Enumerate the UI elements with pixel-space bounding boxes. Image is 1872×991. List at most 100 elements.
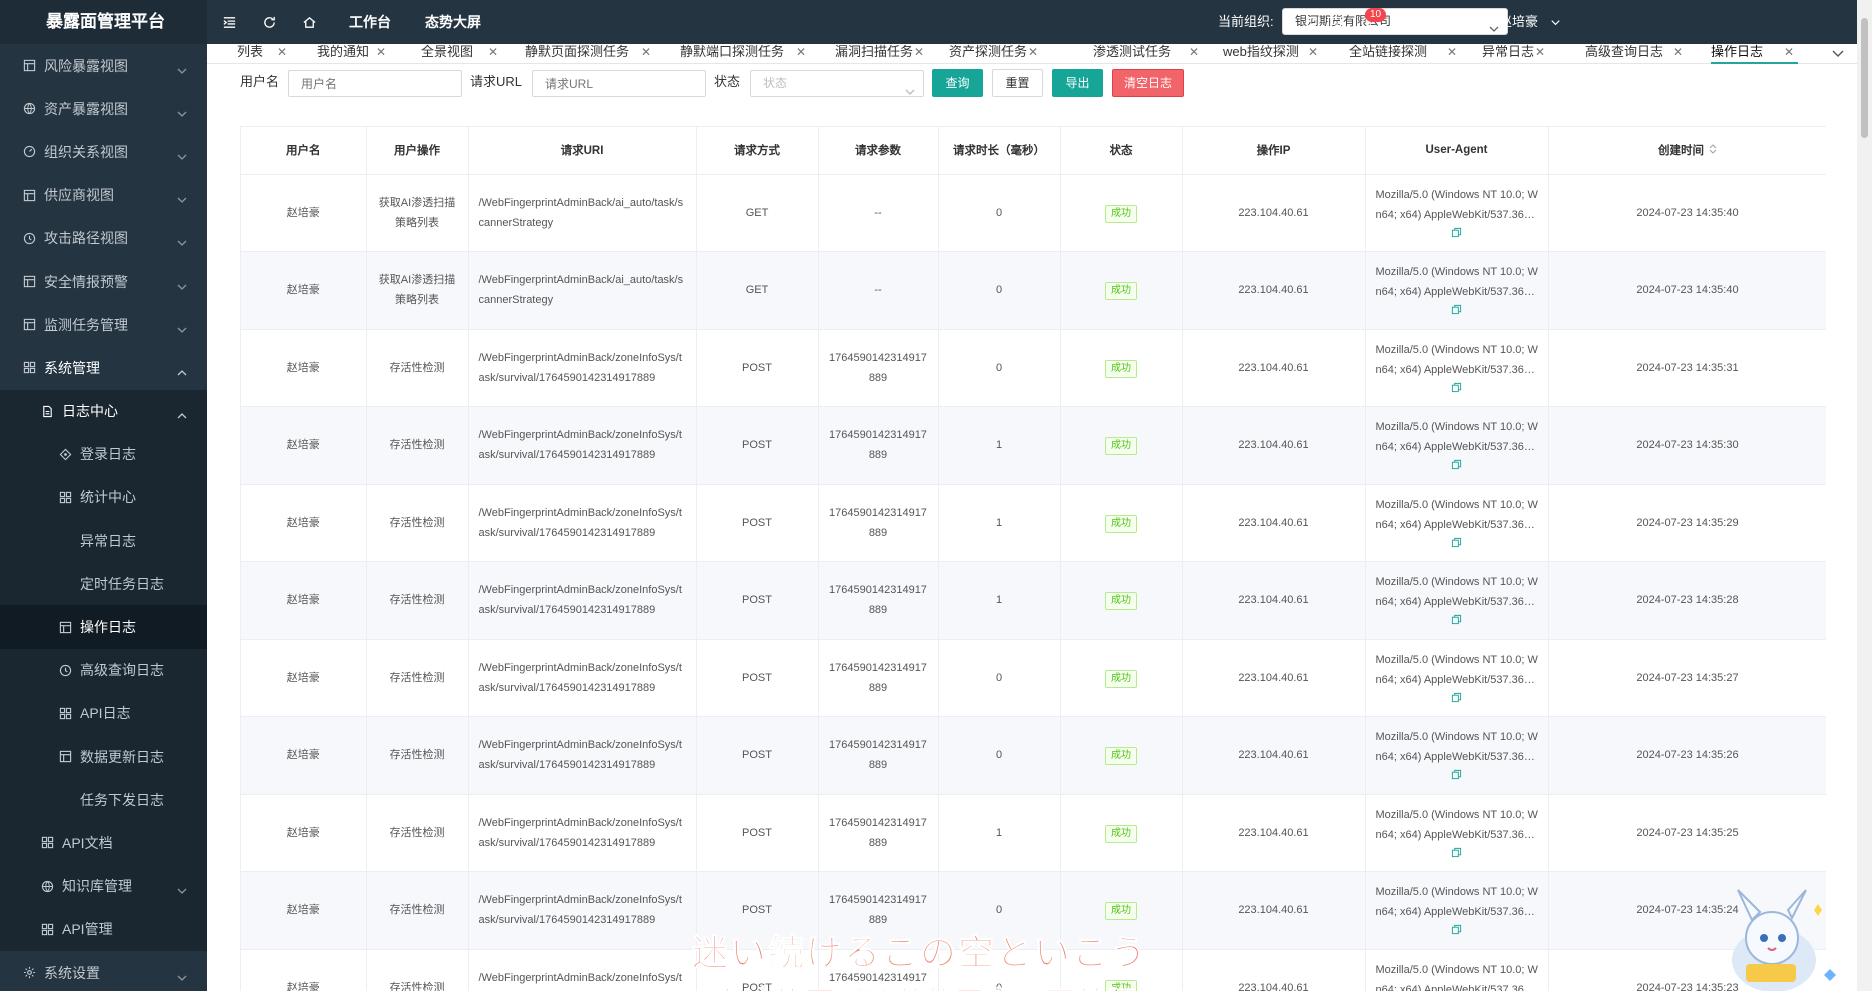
sidebar-item-label: 知识库管理 — [62, 878, 132, 895]
tab-7[interactable]: 渗透测试任务 ✕ — [1093, 44, 1203, 64]
close-icon[interactable]: ✕ — [1028, 44, 1038, 60]
copy-icon[interactable] — [1376, 302, 1538, 318]
dashboard-icon[interactable] — [1394, 14, 1410, 30]
sidebar-item-2[interactable]: 组织关系视图 — [0, 130, 207, 173]
copy-icon[interactable] — [1376, 612, 1538, 628]
table-row[interactable]: 赵培豪 存活性检测/WebFingerprintAdminBack/zoneInf… — [241, 639, 1826, 717]
close-icon[interactable]: ✕ — [1447, 44, 1457, 60]
sidebar-item-19[interactable]: 知识库管理 — [0, 864, 207, 908]
home-icon[interactable] — [301, 14, 317, 30]
fullscreen-icon[interactable] — [1429, 14, 1445, 30]
copy-icon[interactable] — [1376, 845, 1538, 861]
sidebar-item-18[interactable]: API文档 — [0, 821, 207, 865]
username-input[interactable] — [288, 70, 462, 97]
tab-more-chevron-down-icon[interactable] — [1832, 46, 1844, 61]
clear-logs-button[interactable]: 清空日志 — [1112, 69, 1184, 97]
tab-2[interactable]: 全景视图 ✕ — [421, 44, 502, 64]
status-badge: 成功 — [1105, 204, 1137, 223]
close-icon[interactable]: ✕ — [376, 44, 386, 60]
export-button[interactable]: 导出 — [1052, 69, 1103, 97]
org-refresh-icon[interactable] — [1303, 14, 1319, 30]
sidebar-item-9[interactable]: 登录日志 — [0, 432, 207, 476]
copy-icon[interactable] — [1376, 535, 1538, 551]
table-row[interactable]: 赵培豪 存活性检测/WebFingerprintAdminBack/zoneInf… — [241, 329, 1826, 407]
sidebar-item-15[interactable]: API日志 — [0, 691, 207, 735]
cell-duration: 0 — [938, 329, 1061, 407]
page-scrollbar[interactable] — [1857, 0, 1872, 991]
copy-icon[interactable] — [1376, 922, 1538, 938]
table-row[interactable]: 赵培豪 存活性检测/WebFingerprintAdminBack/zoneInf… — [241, 561, 1826, 640]
tab-4[interactable]: 静默端口探测任务 ✕ — [680, 44, 810, 64]
scrollbar-thumb[interactable] — [1861, 18, 1868, 138]
close-icon[interactable]: ✕ — [277, 44, 287, 60]
close-icon[interactable]: ✕ — [641, 44, 651, 60]
table-row[interactable]: 赵培豪 存活性检测/WebFingerprintAdminBack/zoneInf… — [241, 484, 1826, 562]
tab-12[interactable]: 操作日志 ✕ — [1711, 44, 1798, 64]
workbench-link[interactable]: 工作台 — [349, 0, 391, 44]
table-row[interactable]: 赵培豪 获取AI渗透扫描策略列表/WebFingerprintAdminBack/… — [241, 174, 1826, 252]
all-orgs-icon[interactable]: ALL — [1326, 14, 1342, 30]
sidebar-item-14[interactable]: 高级查询日志 — [0, 648, 207, 692]
copy-icon[interactable] — [1376, 457, 1538, 473]
sidebar-item-6[interactable]: 监测任务管理 — [0, 303, 207, 346]
tab-6[interactable]: 资产探测任务 ✕ — [949, 44, 1042, 64]
close-icon[interactable]: ✕ — [1308, 44, 1318, 60]
sort-icon[interactable] — [1709, 143, 1717, 158]
status-select[interactable]: 状态 — [750, 70, 924, 97]
close-icon[interactable]: ✕ — [488, 44, 498, 60]
tab-11[interactable]: 高级查询日志 ✕ — [1585, 44, 1687, 64]
sidebar-item-21[interactable]: 系统设置 — [0, 951, 207, 991]
copy-icon[interactable] — [1376, 690, 1538, 706]
sidebar-item-20[interactable]: API管理 — [0, 907, 207, 951]
cell-status: 成功 — [1060, 794, 1183, 872]
copy-icon[interactable] — [1376, 380, 1538, 396]
cell-params: 1764590142314917889 — [818, 561, 939, 640]
tab-5[interactable]: 漏洞扫描任务 ✕ — [835, 44, 928, 64]
column-header-9[interactable]: 创建时间 — [1548, 127, 1826, 175]
gear-icon[interactable] — [1463, 14, 1479, 30]
table-row[interactable]: 赵培豪 存活性检测/WebFingerprintAdminBack/zoneInf… — [241, 794, 1826, 872]
copy-icon[interactable] — [1376, 225, 1538, 241]
sidebar-item-8[interactable]: 日志中心 — [0, 389, 207, 433]
column-header-label: 用户名 — [286, 145, 321, 158]
big-screen-link[interactable]: 态势大屏 — [425, 0, 481, 44]
filter-bar: 用户名 请求URL 状态 状态 查询 重置 导出 清空日志 — [207, 64, 1857, 108]
table-row[interactable]: 赵培豪 存活性检测/WebFingerprintAdminBack/zoneInf… — [241, 716, 1826, 795]
close-icon[interactable]: ✕ — [1189, 44, 1199, 60]
tab-0[interactable]: 列表 ✕ — [237, 44, 291, 64]
close-icon[interactable]: ✕ — [914, 44, 924, 60]
sidebar-item-16[interactable]: 数据更新日志 — [0, 735, 207, 779]
tab-9[interactable]: 全站链接探测 ✕ — [1349, 44, 1461, 64]
sidebar-item-10[interactable]: 统计中心 — [0, 475, 207, 520]
tab-1[interactable]: 我的通知 ✕ — [317, 44, 390, 64]
table-row[interactable]: 赵培豪 存活性检测/WebFingerprintAdminBack/zoneInf… — [241, 406, 1826, 485]
query-button[interactable]: 查询 — [932, 69, 983, 97]
close-icon[interactable]: ✕ — [1784, 44, 1794, 60]
sidebar-item-4[interactable]: 攻击路径视图 — [0, 217, 207, 260]
reset-button[interactable]: 重置 — [992, 69, 1043, 97]
sidebar-item-1[interactable]: 资产暴露视图 — [0, 87, 207, 130]
tab-8[interactable]: web指纹探测 ✕ — [1223, 44, 1322, 64]
tab-10[interactable]: 异常日志 ✕ — [1482, 44, 1549, 64]
close-icon[interactable]: ✕ — [1673, 44, 1683, 60]
copy-icon[interactable] — [1376, 767, 1538, 783]
sidebar-item-3[interactable]: 供应商视图 — [0, 174, 207, 217]
sidebar-item-12[interactable]: 定时任务日志 — [0, 562, 207, 606]
sidebar-item-13[interactable]: 操作日志 — [0, 605, 207, 649]
sidebar-item-5[interactable]: 安全情报预警 — [0, 260, 207, 303]
table-row[interactable]: 赵培豪 获取AI渗透扫描策略列表/WebFingerprintAdminBack/… — [241, 251, 1826, 330]
cell-user-agent: Mozilla/5.0 (Windows NT 10.0; Wi n64; x64… — [1365, 871, 1549, 950]
close-icon[interactable]: ✕ — [796, 44, 806, 60]
tab-3[interactable]: 静默页面探测任务 ✕ — [525, 44, 655, 64]
sidebar-item-7[interactable]: 系统管理 — [0, 346, 207, 389]
sidebar-item-17[interactable]: 任务下发日志 — [0, 778, 207, 822]
menu-collapse-icon[interactable] — [221, 14, 237, 30]
url-input[interactable] — [532, 70, 706, 97]
sidebar-item-label: 系统管理 — [44, 359, 100, 376]
refresh-icon[interactable] — [261, 14, 277, 30]
user-menu[interactable]: 赵培豪 — [1499, 0, 1538, 44]
sidebar-item-11[interactable]: 异常日志 — [0, 519, 207, 563]
user-chevron-down-icon[interactable] — [1547, 14, 1563, 30]
close-icon[interactable]: ✕ — [1535, 44, 1545, 60]
sidebar-item-0[interactable]: 风险暴露视图 — [0, 44, 207, 87]
